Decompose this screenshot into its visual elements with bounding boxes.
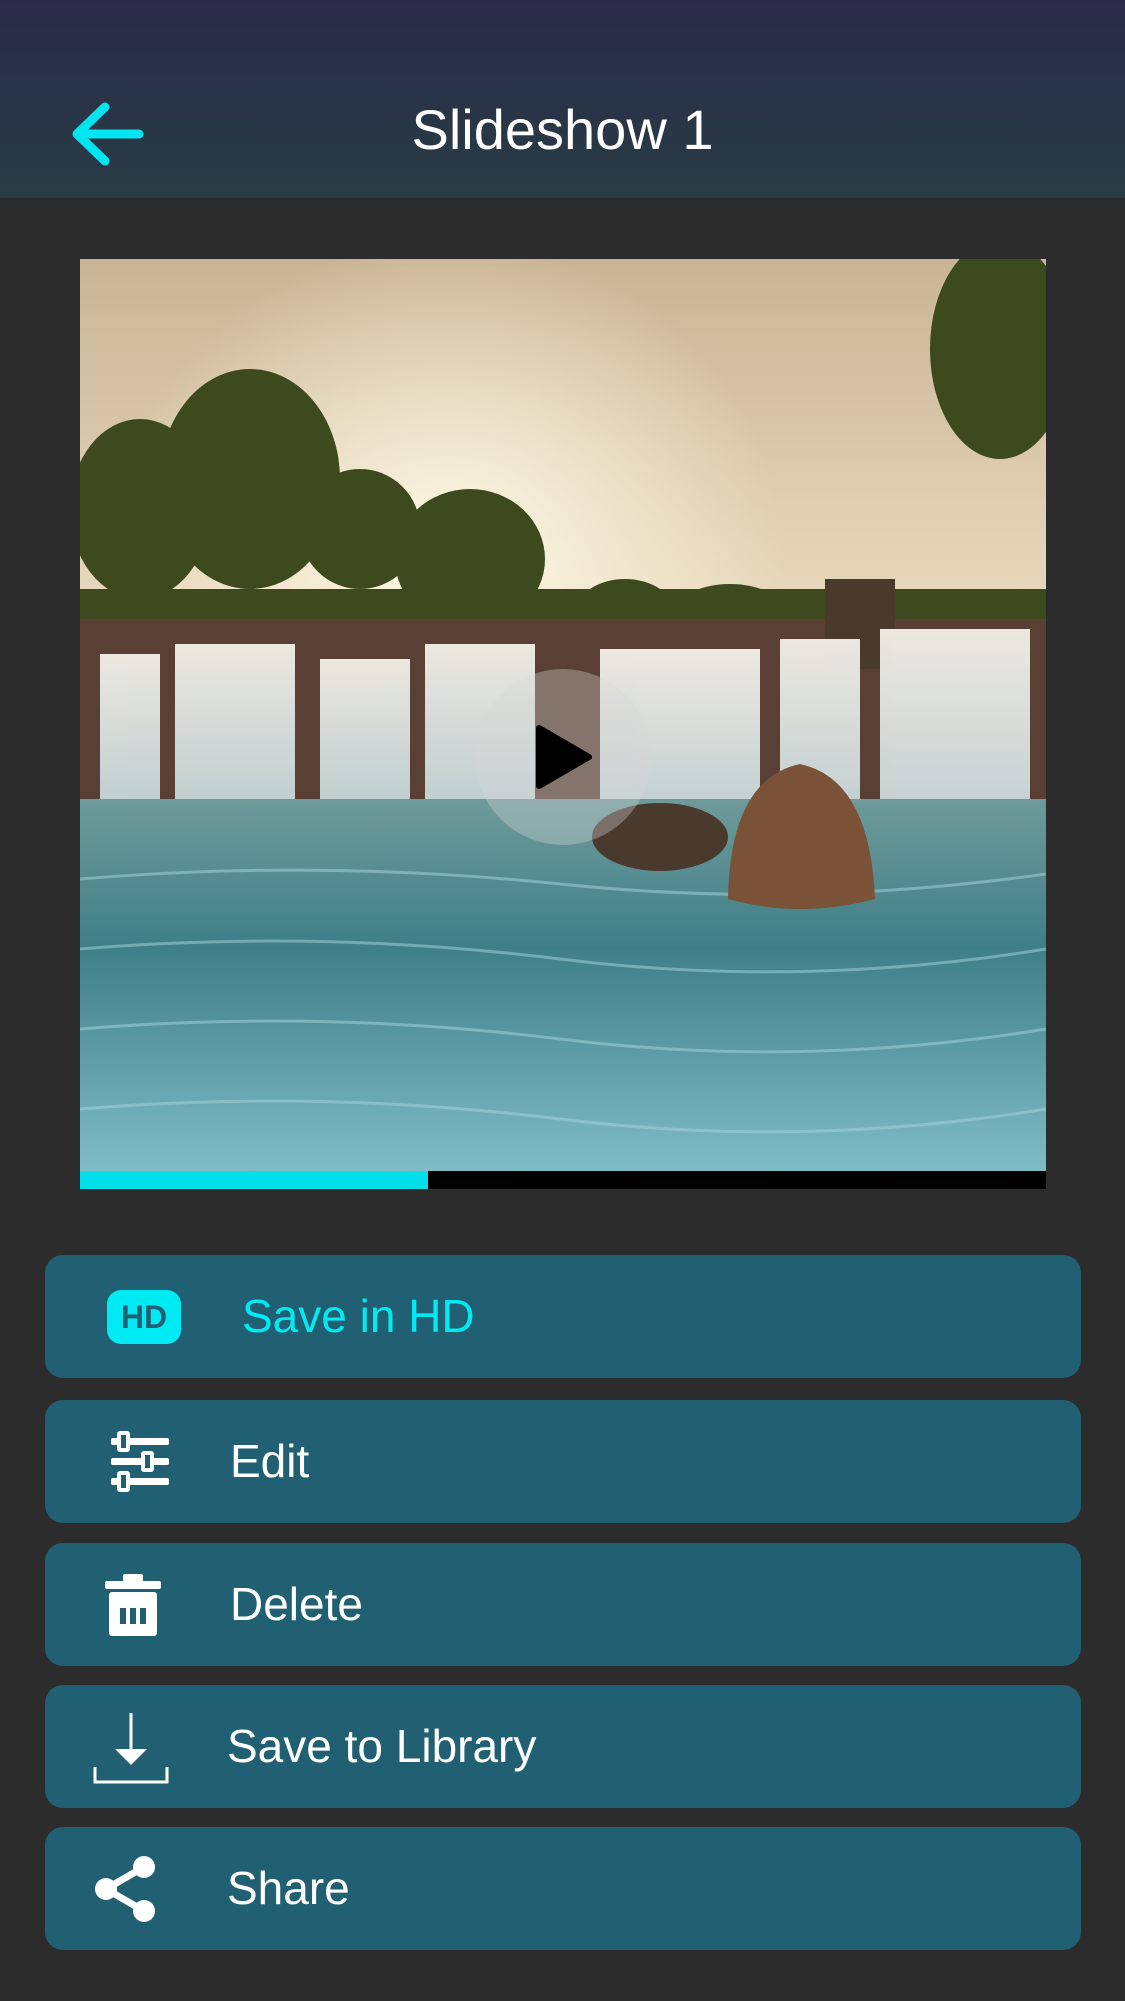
share-button[interactable]: Share [45,1827,1081,1950]
play-button[interactable] [475,669,651,845]
sliders-icon [111,1430,169,1492]
playback-progress-bar[interactable] [80,1171,1046,1189]
share-label: Share [227,1862,350,1914]
save-to-library-label: Save to Library [227,1720,537,1772]
share-icon [95,1855,155,1922]
page-title: Slideshow 1 [411,98,714,161]
trash-icon [105,1573,161,1636]
save-in-hd-button[interactable]: HD Save in HD [45,1255,1081,1378]
delete-label: Delete [230,1578,363,1630]
save-in-hd-label: Save in HD [242,1290,475,1342]
edit-button[interactable]: Edit [45,1400,1081,1523]
save-to-library-button[interactable]: Save to Library [45,1685,1081,1808]
play-icon [536,725,592,789]
delete-button[interactable]: Delete [45,1543,1081,1666]
video-preview[interactable] [80,259,1046,1171]
app-header: Slideshow 1 [0,0,1125,198]
download-icon [93,1712,169,1783]
edit-label: Edit [230,1435,310,1487]
hd-icon: HD [107,1289,181,1344]
playback-progress-fill [80,1171,428,1189]
